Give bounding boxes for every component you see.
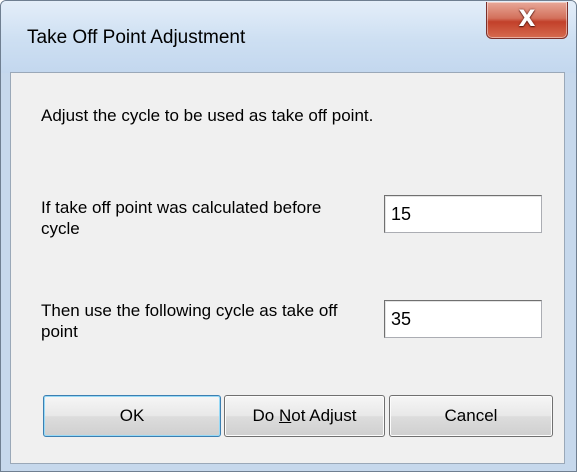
intro-text: Adjust the cycle to be used as take off … [41, 106, 374, 125]
title-bar[interactable]: Take Off Point Adjustment X [1, 1, 576, 73]
ok-button[interactable]: OK [43, 395, 221, 437]
do-not-adjust-label-suffix: ot Adjust [291, 406, 357, 425]
cancel-button-label: Cancel [444, 406, 498, 425]
calculated-cycle-label: If take off point was calculated before … [41, 198, 322, 238]
use-cycle-label: Then use the following cycle as take off… [41, 301, 338, 341]
do-not-adjust-mnemonic: N [278, 406, 292, 425]
calculated-cycle-input[interactable] [384, 195, 542, 233]
window-title: Take Off Point Adjustment [27, 27, 246, 48]
ok-button-label: OK [119, 406, 145, 425]
cancel-button[interactable]: Cancel [389, 395, 553, 437]
do-not-adjust-label: Do Not Adjust [253, 406, 357, 426]
use-cycle-input[interactable] [384, 300, 542, 338]
do-not-adjust-button[interactable]: Do Not Adjust [224, 395, 385, 437]
close-icon: X [518, 7, 536, 32]
close-button[interactable]: X [486, 2, 568, 39]
do-not-adjust-label-prefix: Do [252, 406, 279, 425]
